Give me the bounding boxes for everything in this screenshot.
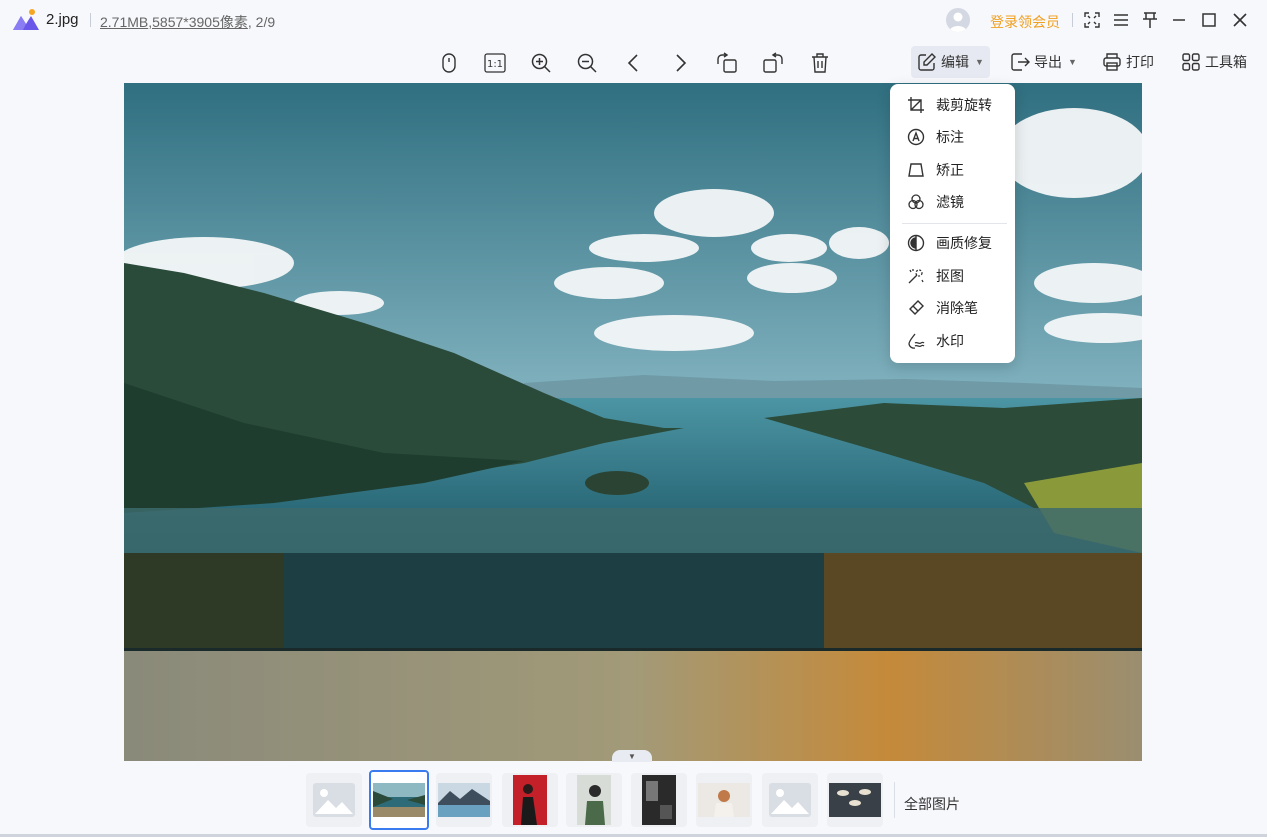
print-label: 打印: [1126, 54, 1154, 70]
close-icon[interactable]: [1228, 8, 1252, 32]
export-icon: [1011, 53, 1030, 71]
file-position: , 2/9: [247, 14, 276, 30]
menu-item-label: 滤镜: [936, 194, 964, 210]
print-button[interactable]: 打印: [1096, 46, 1160, 78]
quality-icon: [906, 233, 926, 253]
menu-item-label: 水印: [936, 333, 964, 349]
menu-item-crop-rotate[interactable]: 裁剪旋转: [890, 89, 1015, 121]
eraser-icon: [906, 298, 926, 318]
menu-item-eraser[interactable]: 消除笔: [890, 292, 1015, 324]
all-images-link[interactable]: 全部图片: [904, 794, 960, 814]
toolbox-label: 工具箱: [1205, 54, 1247, 70]
menu-item-label: 消除笔: [936, 300, 978, 316]
thumbnail-mountain-image: [438, 783, 490, 817]
fullscreen-icon[interactable]: [1080, 8, 1104, 32]
filter-icon: [906, 192, 926, 212]
thumbnail[interactable]: [827, 773, 883, 827]
edit-dropdown-menu: 裁剪旋转 标注 矫正 滤镜 画质修复 抠图 消除笔 水印: [890, 84, 1015, 363]
image-placeholder-icon: [769, 783, 811, 817]
title-separator: [90, 13, 91, 27]
delete-icon[interactable]: [805, 48, 835, 78]
thumbnail-strip: 全部图片: [0, 770, 1267, 830]
thumbnail[interactable]: [566, 773, 622, 827]
crop-icon: [906, 95, 926, 115]
menu-item-correct[interactable]: 矫正: [890, 154, 1015, 186]
caret-down-icon: ▼: [628, 751, 636, 761]
login-vip-link[interactable]: 登录领会员: [990, 12, 1060, 32]
next-image-icon[interactable]: [665, 48, 695, 78]
zoom-out-icon[interactable]: [572, 48, 602, 78]
file-name: 2.jpg: [46, 11, 79, 28]
menu-item-filter[interactable]: 滤镜: [890, 186, 1015, 218]
watermark-icon: [906, 331, 926, 351]
app-logo-icon: [13, 9, 39, 30]
actual-size-label: 1:1: [487, 59, 503, 70]
minimize-icon[interactable]: [1167, 8, 1191, 32]
user-avatar-icon[interactable]: [946, 8, 970, 32]
mouse-mode-icon[interactable]: [434, 48, 464, 78]
caret-down-icon: ▼: [1068, 57, 1077, 67]
export-button[interactable]: 导出 ▼: [1004, 46, 1083, 78]
caret-down-icon: ▼: [975, 57, 984, 67]
file-size[interactable]: 2.71MB: [100, 14, 148, 30]
thumbnail-placeholder[interactable]: [762, 773, 818, 827]
thumbnail[interactable]: [502, 773, 558, 827]
zoom-in-icon[interactable]: [526, 48, 556, 78]
toolbox-icon: [1182, 53, 1200, 71]
collapse-thumbnails-button[interactable]: ▼: [612, 750, 652, 762]
rotate-right-icon[interactable]: [758, 48, 788, 78]
menu-item-watermark[interactable]: 水印: [890, 325, 1015, 357]
pin-icon[interactable]: [1138, 8, 1162, 32]
file-info: 2.71MB,5857*3905像素, 2/9: [100, 12, 275, 32]
thumbnail[interactable]: [696, 773, 752, 827]
menu-item-cutout[interactable]: 抠图: [890, 260, 1015, 292]
actual-size-button[interactable]: 1:1: [480, 48, 510, 78]
menu-item-quality-repair[interactable]: 画质修复: [890, 227, 1015, 259]
thumbnail-screenshot-image: [829, 783, 881, 817]
title-separator: [1072, 13, 1073, 27]
edit-button[interactable]: 编辑 ▼: [911, 46, 990, 78]
edit-icon: [918, 53, 936, 71]
menu-item-label: 标注: [936, 129, 964, 145]
rotate-left-icon[interactable]: [712, 48, 742, 78]
thumbnail-person-image: [577, 775, 611, 825]
maximize-icon[interactable]: [1197, 8, 1221, 32]
cutout-icon: [906, 266, 926, 286]
thumbnail-selected[interactable]: [369, 770, 429, 830]
menu-divider: [902, 223, 1007, 224]
toolbox-button[interactable]: 工具箱: [1175, 46, 1253, 78]
thumbnail-separator: [894, 782, 895, 818]
menu-item-label: 画质修复: [936, 235, 992, 251]
thumbnail-lake-image: [373, 783, 425, 817]
previous-image-icon[interactable]: [619, 48, 649, 78]
menu-item-label: 抠图: [936, 268, 964, 284]
thumbnail[interactable]: [631, 773, 687, 827]
thumbnail-interior-image: [642, 775, 676, 825]
menu-item-annotate[interactable]: 标注: [890, 121, 1015, 153]
edit-label: 编辑: [941, 54, 969, 70]
thumbnail-placeholder[interactable]: [306, 773, 362, 827]
menu-item-label: 矫正: [936, 162, 964, 178]
print-icon: [1103, 53, 1121, 71]
annotate-icon: [906, 127, 926, 147]
menu-icon[interactable]: [1109, 8, 1133, 32]
correct-icon: [906, 160, 926, 180]
thumbnail-woman-image: [698, 783, 750, 817]
thumbnail[interactable]: [436, 773, 492, 827]
image-toolbar: 1:1 编辑 ▼ 导出 ▼ 打印 工具箱: [0, 44, 1267, 80]
export-label: 导出: [1034, 54, 1062, 70]
image-placeholder-icon: [313, 783, 355, 817]
title-bar: 2.jpg 2.71MB,5857*3905像素, 2/9 登录领会员: [0, 0, 1267, 40]
menu-item-label: 裁剪旋转: [936, 97, 992, 113]
thumbnail-portrait-image: [513, 775, 547, 825]
file-resolution[interactable]: ,5857*3905像素: [148, 14, 248, 30]
